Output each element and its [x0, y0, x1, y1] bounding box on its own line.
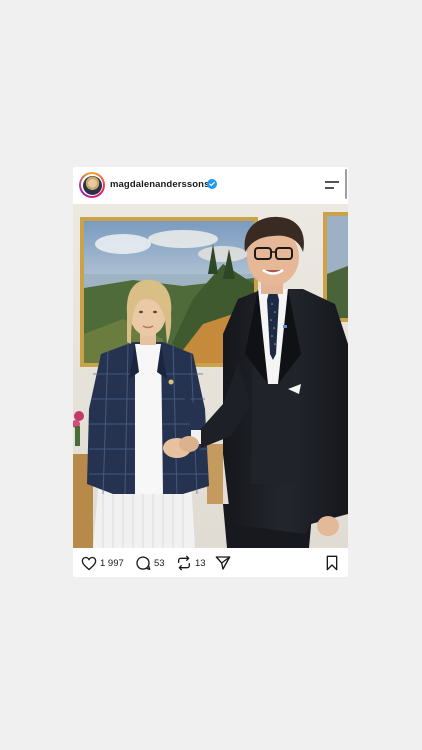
avatar[interactable]	[79, 172, 105, 198]
bookmark-icon	[326, 555, 338, 571]
verified-badge-icon	[207, 179, 217, 189]
username-link[interactable]: magdalenanderssons	[110, 179, 209, 190]
repost-count: 13	[195, 557, 206, 569]
share-button[interactable]	[215, 555, 231, 571]
post-header: magdalenanderssons	[73, 167, 348, 204]
send-icon	[215, 556, 231, 570]
post-card: magdalenanderssons 1 997 53 13	[73, 167, 348, 577]
scrollbar[interactable]	[345, 169, 347, 199]
avatar-image	[82, 175, 102, 195]
menu-icon[interactable]	[325, 180, 339, 190]
heart-icon	[81, 556, 97, 570]
comment-bubble-icon	[136, 556, 151, 570]
save-button[interactable]	[325, 555, 339, 571]
comment-count: 53	[154, 557, 165, 569]
post-image	[73, 204, 348, 548]
comment-button[interactable]: 53	[135, 555, 165, 571]
post-photo[interactable]	[73, 204, 348, 548]
like-count: 1 997	[100, 557, 124, 569]
repost-icon	[178, 555, 190, 571]
like-button[interactable]: 1 997	[81, 555, 124, 571]
post-actions-bar: 1 997 53 13	[73, 548, 348, 577]
repost-button[interactable]: 13	[176, 555, 206, 571]
